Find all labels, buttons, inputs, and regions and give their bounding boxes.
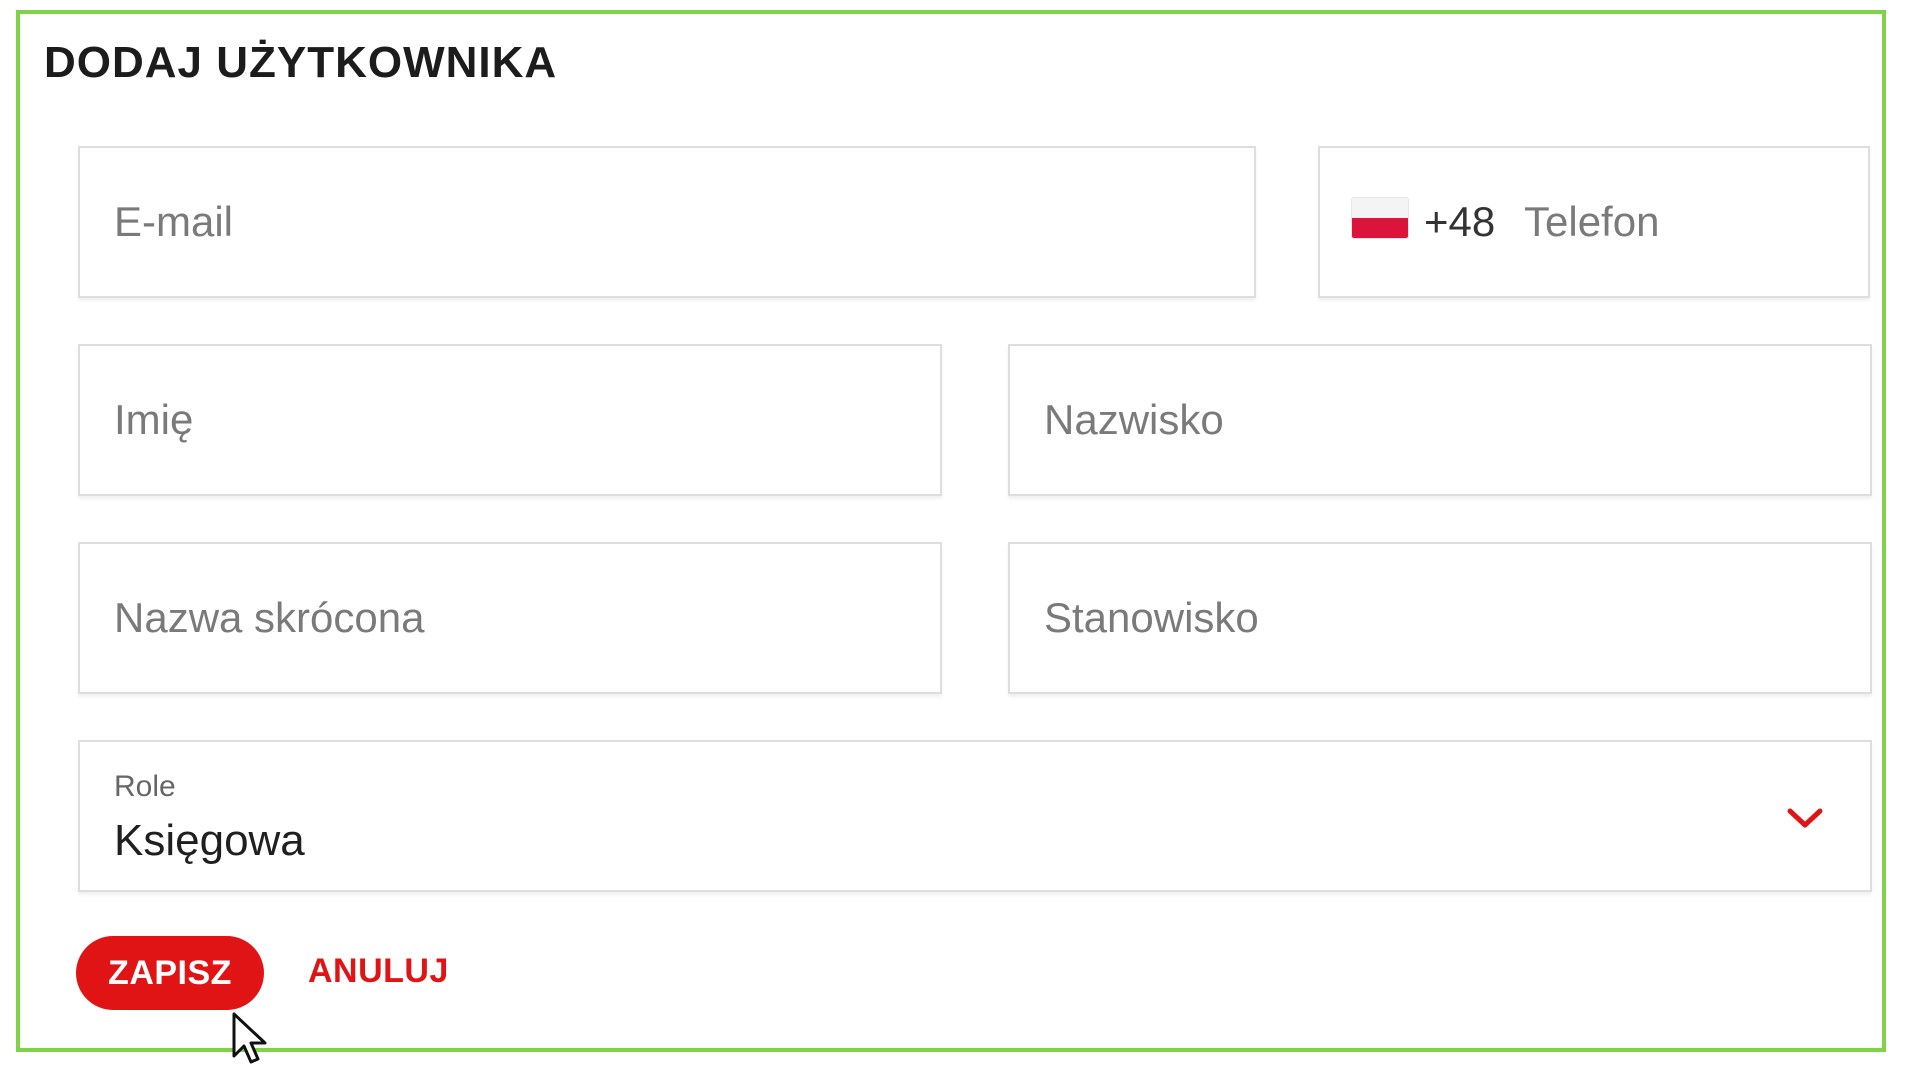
dialog-title: DODAJ UŻYTKOWNIKA (44, 38, 558, 87)
role-value: Księgowa (114, 816, 305, 865)
save-button[interactable]: ZAPISZ (76, 936, 264, 1010)
first-name-placeholder: Imię (114, 396, 194, 443)
phone-placeholder: Telefon (1524, 198, 1660, 245)
poland-flag-icon[interactable] (1352, 198, 1408, 238)
phone-country-code: +48 (1424, 198, 1496, 245)
short-name-field[interactable]: Nazwa skrócona (78, 542, 942, 694)
email-placeholder: E-mail (114, 198, 234, 245)
role-label: Role (114, 770, 176, 803)
cancel-button[interactable]: ANULUJ (308, 952, 449, 991)
last-name-field[interactable]: Nazwisko (1008, 344, 1872, 496)
short-name-placeholder: Nazwa skrócona (114, 594, 425, 641)
position-placeholder: Stanowisko (1044, 594, 1259, 641)
phone-field[interactable]: +48 Telefon (1318, 146, 1870, 298)
first-name-field[interactable]: Imię (78, 344, 942, 496)
chevron-down-icon[interactable] (1786, 806, 1824, 830)
mouse-cursor-icon (232, 1012, 267, 1064)
role-select[interactable]: Role Księgowa (78, 740, 1872, 892)
last-name-placeholder: Nazwisko (1044, 396, 1224, 443)
position-field[interactable]: Stanowisko (1008, 542, 1872, 694)
email-field[interactable]: E-mail (78, 146, 1256, 298)
